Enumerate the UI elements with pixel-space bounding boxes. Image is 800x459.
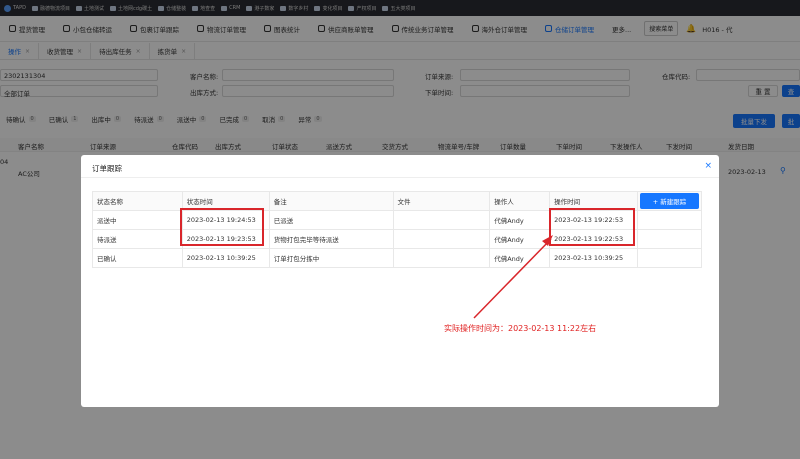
annotation-note: 实际操作时间为：2023-02-13 11:22左右 [444, 324, 597, 333]
annotation-arrow [473, 235, 553, 319]
order-tracking-modal: 订单跟踪 × 状态名称 状态时间 备注 文件 操作人 操作时间 + 新建跟踪 派… [81, 155, 719, 407]
